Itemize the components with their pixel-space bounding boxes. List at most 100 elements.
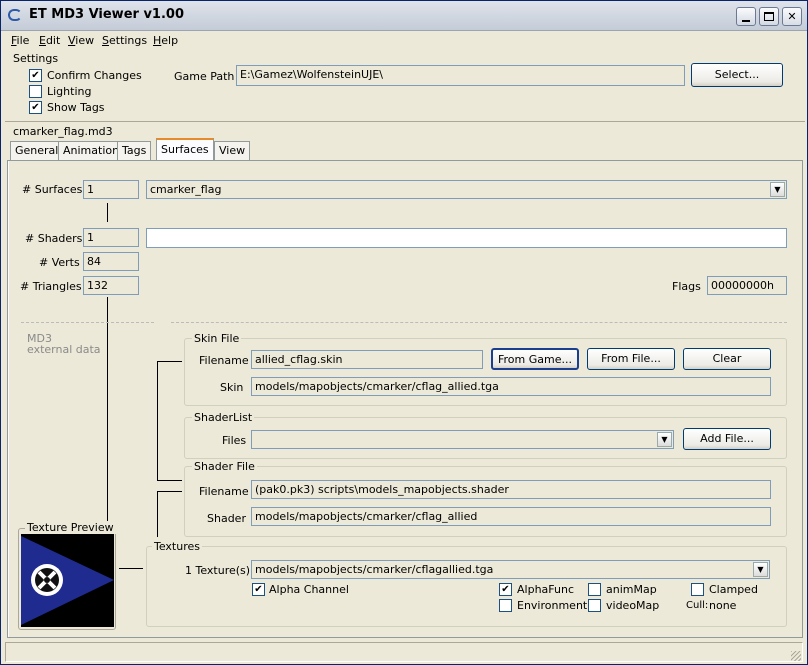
flag-icon xyxy=(21,536,114,625)
shader-name-field[interactable] xyxy=(146,228,787,248)
bracket-line xyxy=(157,491,182,492)
flags-field: 00000000h xyxy=(707,276,787,295)
shader-file-title: Shader File xyxy=(192,460,257,473)
minimize-button[interactable] xyxy=(736,7,756,26)
texture-select[interactable]: models/mapobjects/cmarker/cflagallied.tg… xyxy=(251,560,770,579)
skin-filename-label: Filename xyxy=(199,354,249,367)
triangles-field: 132 xyxy=(83,276,139,295)
skin-file-title: Skin File xyxy=(192,332,242,345)
alphafunc-checkbox[interactable]: ✔ xyxy=(499,583,512,596)
textures-title: Textures xyxy=(152,540,202,553)
dashed-separator xyxy=(171,322,787,323)
shaders-count-label: # Shaders xyxy=(25,232,83,245)
videomap-label: videoMap xyxy=(606,599,660,612)
chevron-down-icon[interactable]: ▼ xyxy=(753,562,768,577)
maximize-icon xyxy=(764,12,774,21)
skin-filename-field[interactable]: allied_cflag.skin xyxy=(251,350,483,369)
shader-field[interactable]: models/mapobjects/cmarker/cflag_allied xyxy=(251,507,771,526)
close-button[interactable]: ✕ xyxy=(782,7,802,26)
verts-field: 84 xyxy=(83,252,139,271)
menu-edit-label: Edit xyxy=(39,34,61,47)
menu-settings-label: Settings xyxy=(102,34,148,47)
title-bar[interactable]: ET MD3 Viewer v1.00 ✕ xyxy=(1,1,807,31)
surfaces-count-label: # Surfaces xyxy=(22,183,83,196)
status-bar xyxy=(5,642,803,662)
surfaces-count-field: 1 xyxy=(83,180,139,199)
menu-file[interactable]: File xyxy=(11,34,29,47)
confirm-changes-label: Confirm Changes xyxy=(47,69,142,82)
tab-surfaces[interactable]: Surfaces xyxy=(156,138,214,161)
tab-general[interactable]: General xyxy=(10,141,64,160)
window-title: ET MD3 Viewer v1.00 xyxy=(29,7,184,22)
alphafunc-label: AlphaFunc xyxy=(517,583,574,596)
skin-field[interactable]: models/mapobjects/cmarker/cflag_allied.t… xyxy=(251,377,771,396)
bracket-line xyxy=(157,480,182,481)
menu-help-label: Help xyxy=(153,34,179,47)
lighting-checkbox[interactable] xyxy=(29,85,42,98)
shaders-count-field: 1 xyxy=(83,228,139,247)
shader-filename-field[interactable]: (pak0.pk3) scripts\models_mapobjects.sha… xyxy=(251,480,771,499)
select-button[interactable]: Select... xyxy=(691,63,783,87)
resize-grip-icon[interactable] xyxy=(791,651,801,661)
minimize-icon xyxy=(742,19,750,22)
bracket-line xyxy=(157,361,182,362)
triangles-label: # Triangles xyxy=(20,280,82,293)
main-window: ET MD3 Viewer v1.00 ✕ File Edit View Set… xyxy=(0,0,808,665)
tab-animation[interactable]: Animation xyxy=(58,141,125,160)
add-file-button[interactable]: Add File... xyxy=(683,428,771,450)
skin-label: Skin xyxy=(220,381,244,394)
animmap-label: animMap xyxy=(606,583,657,596)
confirm-changes-checkbox[interactable]: ✔ xyxy=(29,69,42,82)
texture-count-label: 1 Texture(s) xyxy=(185,564,251,577)
shader-label: Shader xyxy=(207,512,246,525)
bracket-line xyxy=(157,361,158,481)
files-label: Files xyxy=(222,434,247,447)
clamped-label: Clamped xyxy=(709,583,758,596)
chevron-down-icon[interactable]: ▼ xyxy=(770,182,785,197)
clear-button[interactable]: Clear xyxy=(683,348,771,370)
game-path-label: Game Path xyxy=(174,70,235,83)
divider xyxy=(5,121,805,122)
tab-view[interactable]: View xyxy=(214,141,251,160)
show-tags-label: Show Tags xyxy=(47,101,105,114)
cull-label: Cull: xyxy=(686,600,709,611)
from-file-button[interactable]: From File... xyxy=(587,348,675,370)
menu-edit[interactable]: Edit xyxy=(39,34,60,47)
from-game-button[interactable]: From Game... xyxy=(491,348,579,370)
flags-label: Flags xyxy=(672,280,701,293)
clamped-checkbox[interactable] xyxy=(691,583,704,596)
texture-preview-title: Texture Preview xyxy=(25,521,116,534)
texture-preview-image xyxy=(21,534,114,627)
environment-label: Environment xyxy=(517,599,588,612)
external-data-label: external data xyxy=(27,343,101,356)
connector-line xyxy=(107,203,108,222)
videomap-checkbox[interactable] xyxy=(588,599,601,612)
menu-view-label: View xyxy=(68,34,95,47)
alpha-channel-label: Alpha Channel xyxy=(269,583,349,596)
chevron-down-icon[interactable]: ▼ xyxy=(657,432,672,447)
maximize-button[interactable] xyxy=(759,7,779,26)
verts-label: # Verts xyxy=(39,256,80,269)
menu-settings[interactable]: Settings xyxy=(102,34,147,47)
tab-tags[interactable]: Tags xyxy=(117,141,152,160)
dashed-separator xyxy=(21,322,154,323)
menu-file-label: File xyxy=(11,34,30,47)
surface-select-value: cmarker_flag xyxy=(150,183,222,196)
bracket-line xyxy=(157,491,158,537)
alpha-channel-checkbox[interactable]: ✔ xyxy=(252,583,265,596)
game-path-field[interactable]: E:\Gamez\WolfensteinUJE\ xyxy=(236,65,685,86)
texture-select-value: models/mapobjects/cmarker/cflagallied.tg… xyxy=(255,563,494,576)
shader-filename-label: Filename xyxy=(199,485,249,498)
show-tags-checkbox[interactable]: ✔ xyxy=(29,101,42,114)
connector-line xyxy=(107,297,108,522)
animmap-checkbox[interactable] xyxy=(588,583,601,596)
lighting-label: Lighting xyxy=(47,85,92,98)
close-icon: ✕ xyxy=(787,10,797,23)
files-select[interactable]: ▼ xyxy=(251,430,674,449)
bracket-line xyxy=(119,568,143,569)
menu-view[interactable]: View xyxy=(68,34,94,47)
surface-select[interactable]: cmarker_flag ▼ xyxy=(146,180,787,199)
environment-checkbox[interactable] xyxy=(499,599,512,612)
app-icon xyxy=(8,9,22,21)
menu-help[interactable]: Help xyxy=(153,34,178,47)
